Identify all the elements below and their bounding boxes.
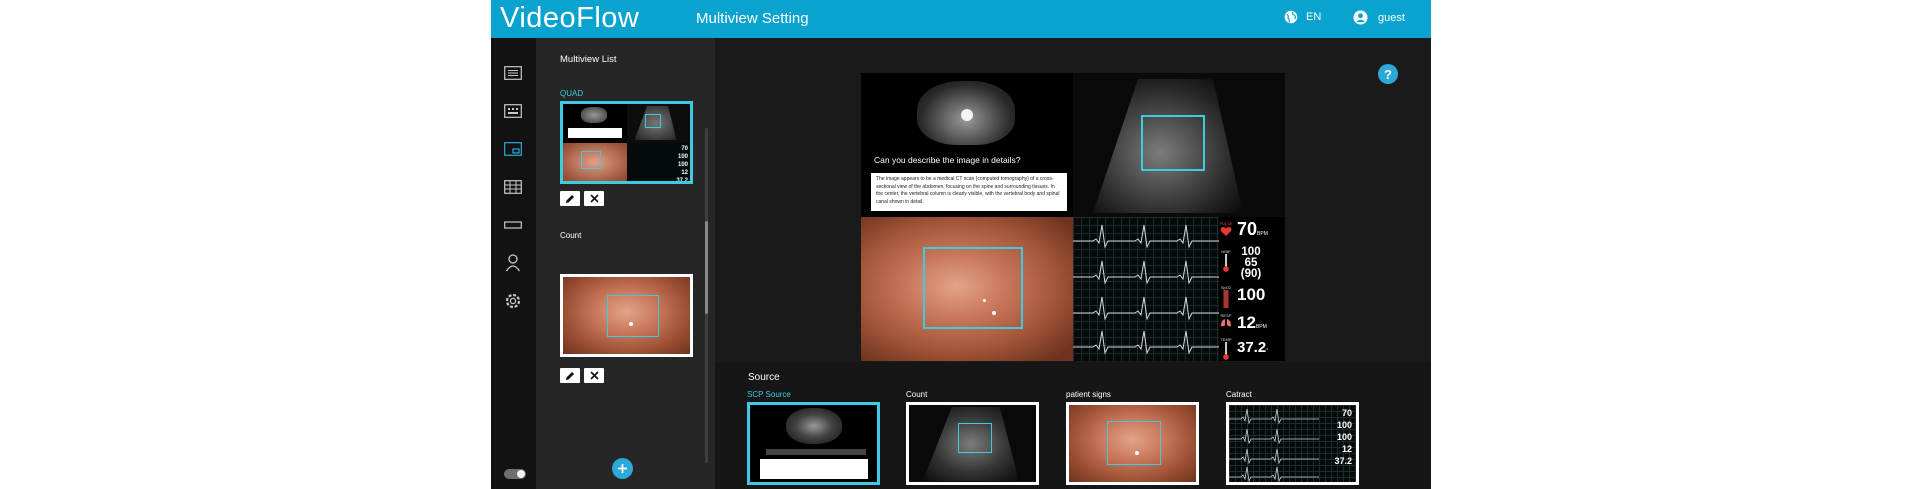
multiview-canvas[interactable]: Can you describe the image in details? T… [861, 73, 1285, 361]
close-icon [589, 371, 599, 380]
source-title: Source [748, 372, 780, 383]
user-menu[interactable]: guest [1353, 10, 1405, 25]
list-scrollbar-thumb[interactable] [705, 221, 708, 314]
source-thumb[interactable] [747, 402, 880, 485]
ultrasound-region-box[interactable] [1141, 115, 1205, 171]
thermometer-icon: TEMP [1219, 337, 1233, 361]
source-thumb[interactable]: 70 100 100 12 37.2 [1226, 402, 1359, 485]
ct-scan-image [917, 81, 1015, 145]
source-label: Count [906, 390, 928, 399]
quadrant-ultrasound[interactable] [1073, 73, 1285, 217]
source-label: patient signs [1066, 390, 1111, 399]
vital-resp-value: 12 [1237, 313, 1256, 332]
delete-quad-button[interactable] [584, 191, 604, 206]
user-name: guest [1378, 11, 1405, 24]
nav-grid-button[interactable] [502, 176, 524, 198]
language-selector[interactable]: EN [1284, 10, 1321, 24]
multiview-group-label: Count [560, 231, 582, 240]
nav-list-button[interactable] [502, 62, 524, 84]
user-icon [505, 254, 521, 272]
app-logo: VideoFlow [500, 2, 640, 34]
ecg-waveforms [1073, 217, 1219, 361]
help-button[interactable]: ? [1378, 64, 1398, 84]
endoscope-region-box[interactable] [923, 247, 1023, 329]
multiview-preview-area: ? Can you describe the image in details?… [715, 38, 1431, 362]
language-label: EN [1306, 11, 1322, 23]
spo2-icon: SpO2 [1219, 285, 1233, 311]
source-label: SCP Source [747, 390, 791, 399]
multiview-thumb-quad[interactable]: 70 100 100 12 37.2 [560, 101, 693, 184]
theme-toggle[interactable] [504, 469, 526, 479]
nav-user-button[interactable] [502, 252, 524, 274]
vital-temp: TEMP 37.2° [1219, 333, 1285, 361]
edit-quad-button[interactable] [560, 191, 580, 206]
quadrant-endoscope[interactable] [861, 217, 1073, 361]
source-thumb[interactable] [1066, 402, 1199, 485]
vital-temp-value: 37.2 [1237, 339, 1267, 356]
vital-spo2-value: 100 [1237, 285, 1266, 304]
source-item-catract[interactable]: Catract 70 100 100 12 37.2 [1226, 390, 1359, 485]
grid-icon [504, 180, 522, 194]
multiview-thumb-count[interactable] [560, 274, 693, 357]
source-panel: Source SCP Source Count patient signs Ca… [715, 362, 1431, 489]
multiview-list-title: Multiview List [560, 54, 617, 65]
source-thumb[interactable] [906, 402, 1039, 485]
multiview-group-label: QUAD [560, 89, 584, 98]
user-avatar-icon [1353, 10, 1368, 25]
vital-nibp-value: 100 65 (90) [1240, 246, 1262, 280]
pencil-icon [566, 371, 574, 380]
pencil-icon [566, 194, 574, 203]
plus-icon [618, 464, 627, 473]
source-item-scp[interactable]: SCP Source [747, 390, 880, 485]
source-item-count[interactable]: Count [906, 390, 1039, 485]
vital-pulse-value: 70 [1237, 219, 1258, 239]
multiview-list-panel: Multiview List QUAD 70 100 100 12 37.2 C… [536, 38, 715, 489]
nav-display-button[interactable] [502, 214, 524, 236]
edit-count-button[interactable] [560, 368, 580, 383]
nav-rail [491, 38, 536, 489]
keypad-icon [504, 104, 522, 118]
ct-question: Can you describe the image in details? [874, 155, 1021, 165]
source-item-patient-signs[interactable]: patient signs [1066, 390, 1199, 485]
quadrant-vitals[interactable]: PULSE 70BPM NIBP 100 65 (90) SpO2 100 RE… [1073, 217, 1285, 361]
source-label: Catract [1226, 390, 1252, 399]
gear-icon [505, 293, 521, 309]
top-bar: VideoFlow Multiview Setting EN guest [491, 0, 1431, 38]
quadrant-ct[interactable]: Can you describe the image in details? T… [861, 73, 1073, 217]
picture-in-picture-icon [504, 142, 522, 156]
globe-icon [1284, 10, 1298, 24]
close-icon [589, 194, 599, 203]
question-mark-icon: ? [1384, 66, 1392, 82]
display-icon [504, 221, 522, 229]
add-multiview-button[interactable] [612, 458, 633, 479]
list-scrollbar[interactable] [705, 128, 708, 463]
list-icon [504, 66, 522, 80]
delete-count-button[interactable] [584, 368, 604, 383]
app-window: VideoFlow Multiview Setting EN guest Mul… [491, 0, 1431, 489]
thermometer-icon: NIBP [1219, 249, 1233, 275]
heart-icon: PULSE [1219, 221, 1233, 247]
nav-settings-button[interactable] [502, 290, 524, 312]
nav-keypad-button[interactable] [502, 100, 524, 122]
page-title: Multiview Setting [696, 10, 809, 27]
nav-multiview-button[interactable] [502, 138, 524, 160]
ct-answer: The image appears to be a medical CT sca… [871, 173, 1067, 211]
